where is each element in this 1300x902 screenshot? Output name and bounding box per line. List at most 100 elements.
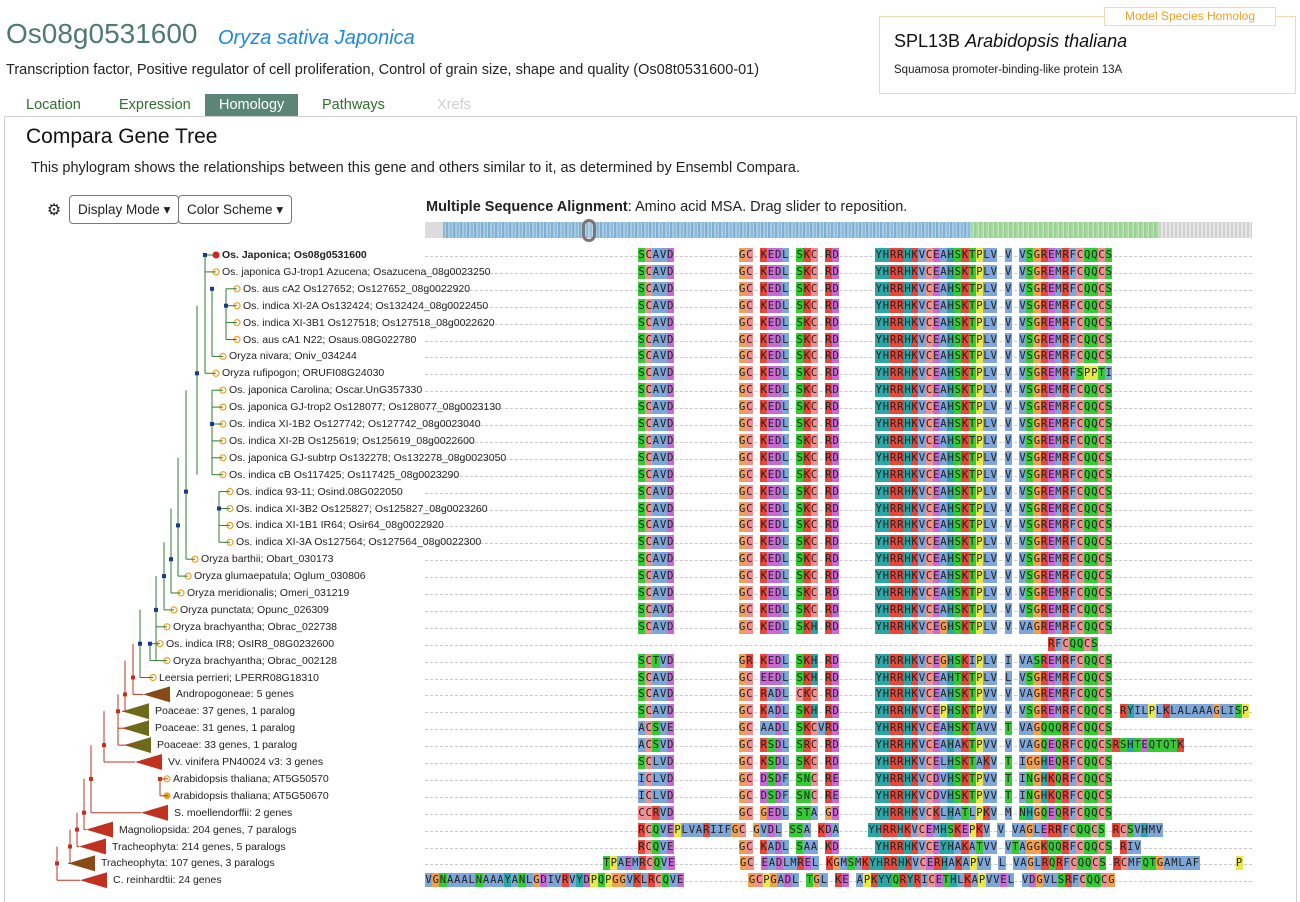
tree-leaf-label[interactable]: Os. Japonica; Os08g0531600 — [222, 248, 367, 262]
tree-leaf-label[interactable]: Oryza rufipogon; ORUFI08G24030 — [222, 366, 384, 380]
tree-leaf-label[interactable]: Os. indica XI-1B2 Os127742; Os127742_08g… — [229, 417, 481, 431]
residue — [696, 451, 703, 465]
tree-leaf-label[interactable]: Tracheophyta: 214 genes, 5 paralogs — [112, 840, 286, 854]
tree-leaf-label[interactable]: Os. indica XI-3B1 Os127518; Os127518_08g… — [243, 316, 495, 330]
residue: A — [939, 264, 948, 279]
residue — [674, 552, 681, 566]
tree-leaf-label[interactable]: Arabidopsis thaliana; AT5G50570 — [173, 772, 329, 786]
residue: S — [1026, 433, 1034, 448]
residue: C — [1098, 400, 1106, 415]
tree-leaf-label[interactable]: Vv. vinifera PN40024 v3: 3 genes — [168, 755, 323, 769]
tree-leaf-label[interactable]: Oryza barthii; Obart_030173 — [201, 552, 334, 566]
residue: V — [918, 315, 926, 330]
tree-leaf-label[interactable]: Os. japonica GJ-trop2 Os128077; Os128077… — [229, 400, 501, 414]
residue: R — [1064, 873, 1072, 888]
residue: R — [889, 771, 897, 786]
tree-leaf-label[interactable]: Os. aus cA1 N22; Osaus.08G022780 — [243, 333, 416, 347]
tree-leaf-label[interactable]: Andropogoneae: 5 genes — [176, 687, 294, 701]
residue: P — [1241, 704, 1249, 719]
residue: R — [824, 738, 833, 753]
residue: E — [932, 264, 940, 279]
residue: H — [947, 552, 955, 567]
residue — [854, 806, 861, 820]
residue: K — [633, 873, 641, 888]
residue: R — [1040, 349, 1048, 364]
residue — [731, 451, 738, 465]
residue: H — [882, 366, 890, 381]
tree-leaf-label[interactable]: Os. indica XI-2A Os132424; Os132424_08g0… — [243, 299, 488, 313]
residue — [688, 654, 695, 668]
residue: D — [666, 315, 674, 330]
residue: E — [767, 315, 775, 330]
residue: D — [832, 417, 840, 431]
tree-leaf-label[interactable]: Poaceae: 33 genes, 1 paralog — [157, 738, 297, 752]
residue — [710, 704, 717, 718]
tree-leaf-label[interactable]: S. moellendorffii: 2 genes — [174, 806, 292, 820]
tree-leaf-label[interactable]: Os. indica XI-3B2 Os125827; Os125827_08g… — [236, 502, 488, 516]
tree-leaf-label[interactable]: Os. japonica GJ-subtrp Os132278; Os13227… — [229, 451, 506, 465]
residue — [868, 704, 875, 718]
residue: A — [975, 755, 983, 769]
residue: E — [624, 856, 632, 871]
residue — [789, 772, 796, 786]
tree-leaf-label[interactable]: Oryza meridionalis; Omeri_031219 — [187, 586, 349, 600]
tree-leaf-label[interactable]: Os. japonica GJ-trop1 Azucena; Osazucena… — [222, 265, 491, 279]
residue: R — [638, 856, 647, 871]
residue — [1012, 586, 1019, 600]
tree-leaf-label[interactable]: Arabidopsis thaliana; AT5G50670 — [173, 789, 329, 803]
tree-leaf-label[interactable]: Leersia perrieri; LPERR08G18310 — [159, 671, 319, 685]
residue: K — [803, 484, 811, 499]
residue — [1207, 856, 1214, 870]
residue — [983, 637, 990, 651]
residue: S — [1105, 417, 1113, 431]
tree-leaf-label[interactable]: Oryza punctata; Opunc_026309 — [180, 603, 329, 617]
tree-leaf-label[interactable]: Poaceae: 31 genes, 1 paralog — [155, 721, 295, 735]
tree-leaf-label[interactable]: Os. indica IR8; OsIR8_08G0232600 — [166, 637, 334, 651]
residue: C — [810, 315, 818, 330]
residue: K — [961, 518, 969, 533]
residue: K — [911, 467, 919, 482]
tree-leaf-label[interactable]: Os. japonica Carolina; Oscar.UnG357330 — [229, 383, 422, 397]
residue — [696, 400, 703, 414]
tree-leaf-label[interactable]: Poaceae: 37 genes, 1 paralog — [155, 704, 295, 718]
residue: H — [882, 704, 890, 719]
residue: P — [978, 873, 986, 888]
tree-leaf-label[interactable]: Os. indica XI-2B Os125619; Os125619_08g0… — [229, 434, 475, 448]
residue — [1012, 755, 1019, 769]
tree-leaf-label[interactable]: Oryza nivara; Oniv_034244 — [229, 349, 357, 363]
tree-leaf-label[interactable]: Oryza glumaepatula; Oglum_030806 — [194, 569, 366, 583]
tree-leaf-label[interactable]: Os. indica cB Os117425; Os117425_08g0023… — [229, 468, 459, 482]
tree-leaf-label[interactable]: Tracheophyta: 107 genes, 3 paralogs — [101, 856, 275, 870]
tree-leaf-label[interactable]: Os. aus cA2 Os127652; Os127652_08g002292… — [243, 282, 470, 296]
residue — [674, 316, 681, 330]
residue: E — [1047, 619, 1055, 634]
residue: K — [961, 653, 969, 668]
residue: S — [1105, 315, 1113, 330]
tree-leaf-label[interactable]: Magnoliopsida: 204 genes, 7 paralogs — [119, 823, 296, 837]
residue: C — [810, 332, 818, 347]
residue: E — [767, 619, 775, 634]
residue — [868, 654, 875, 668]
tree-internal-node — [224, 303, 228, 308]
residue: L — [781, 298, 789, 313]
tree-internal-node — [68, 844, 72, 849]
tree-leaf-label[interactable]: C. reinhardtii: 24 genes — [113, 873, 222, 887]
residue: D — [932, 771, 940, 786]
residue: S — [638, 484, 646, 499]
residue: P — [969, 856, 977, 871]
tree-leaf-label[interactable]: Oryza brachyantha; Obrac_002128 — [173, 654, 337, 668]
residue — [789, 468, 796, 482]
residue: C — [1098, 518, 1106, 533]
residue — [717, 704, 724, 718]
residue: D — [832, 281, 840, 296]
residue: G — [1033, 501, 1041, 516]
residue — [954, 637, 961, 651]
tree-leaf-label[interactable]: Os. indica XI-3A Os127564; Os127564_08g0… — [236, 535, 481, 549]
residue: G — [1107, 873, 1115, 888]
tree-leaf-label[interactable]: Os. indica 93-11; Osind.08G022050 — [236, 485, 403, 499]
tree-leaf-label[interactable]: Oryza brachyantha; Obrac_022738 — [173, 620, 337, 634]
residue — [846, 721, 853, 735]
residue: T — [968, 755, 976, 769]
residue — [731, 400, 738, 414]
tree-leaf-label[interactable]: Os. indica XI-1B1 IR64; Osir64_08g002292… — [236, 518, 444, 532]
